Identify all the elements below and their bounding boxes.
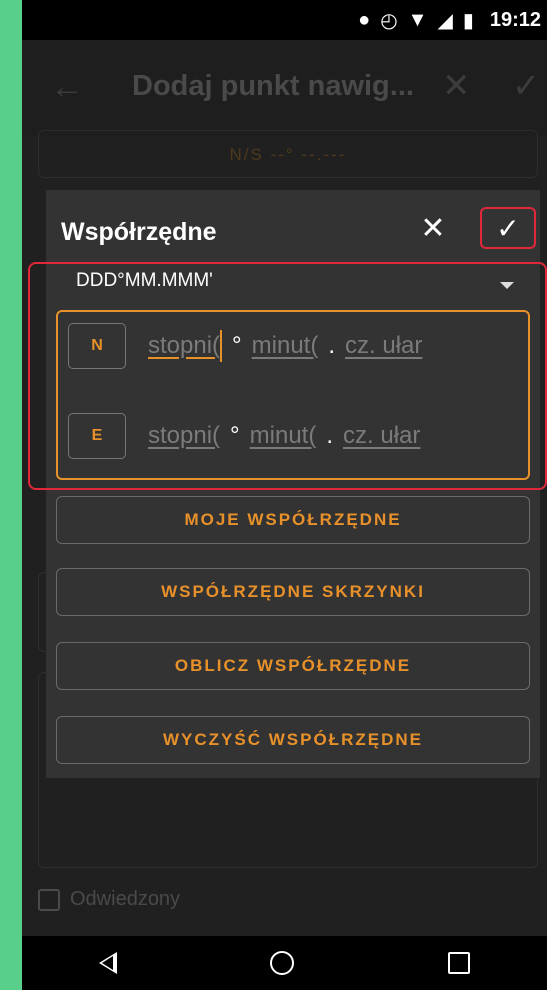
- visited-label: Odwiedzony: [70, 888, 181, 910]
- location-icon: ●: [358, 8, 371, 31]
- confirm-check-icon[interactable]: ✓: [480, 207, 536, 249]
- my-coordinates-button[interactable]: MOJE WSPÓŁRZĘDNE: [56, 496, 530, 544]
- page-title: Dodaj punkt nawig...: [132, 70, 414, 102]
- navigation-bar: [22, 936, 547, 990]
- longitude-fraction-input[interactable]: cz. ułar: [343, 422, 420, 450]
- wifi-icon: ▼: [407, 8, 428, 31]
- home-nav-icon[interactable]: [270, 951, 295, 975]
- cache-coordinates-button[interactable]: WSPÓŁRZĘDNE SKRZYNKI: [56, 568, 530, 616]
- longitude-row: E stopni( ° minut( . cz. ułar: [68, 412, 538, 460]
- visited-checkbox[interactable]: [38, 888, 60, 911]
- latitude-degrees-input[interactable]: stopni(: [148, 332, 220, 360]
- status-bar: ● ◴ ▼ ◢ ▮ 19:12: [22, 0, 547, 40]
- longitude-minutes-input[interactable]: minut(: [250, 422, 317, 450]
- close-icon[interactable]: ✕: [418, 208, 448, 248]
- recents-nav-icon[interactable]: [448, 952, 471, 974]
- coordinates-dialog: Współrzędne ✕ ✓ DDD°MM.MMM' N stopni( ° …: [46, 190, 540, 778]
- back-arrow-icon[interactable]: ←: [50, 68, 84, 107]
- clock: 19:12: [489, 8, 541, 31]
- latitude-minutes-input[interactable]: minut(: [252, 332, 319, 360]
- degree-symbol: °: [230, 422, 240, 449]
- signal-icon: ◢: [437, 9, 453, 32]
- visited-checkbox-row[interactable]: Odwiedzony: [38, 888, 180, 911]
- format-value: DDD°MM.MMM': [76, 270, 213, 291]
- alarm-icon: ◴: [380, 9, 398, 32]
- latitude-hemisphere-button[interactable]: N: [68, 323, 126, 369]
- status-icons: ● ◴ ▼ ◢ ▮ 19:12: [358, 0, 547, 40]
- dialog-title: Współrzędne: [61, 218, 217, 246]
- back-nav-icon[interactable]: [98, 952, 117, 974]
- close-icon[interactable]: ✕: [442, 66, 471, 106]
- chevron-down-icon: [500, 282, 514, 289]
- calculate-coordinates-button[interactable]: OBLICZ WSPÓŁRZĘDNE: [56, 642, 530, 690]
- battery-icon: ▮: [462, 9, 474, 32]
- coordinates-input-box: N stopni( ° minut( . cz. ułar E stopni( …: [56, 310, 530, 480]
- clear-coordinates-button[interactable]: WYCZYŚĆ WSPÓŁRZĘDNE: [56, 716, 530, 764]
- decimal-separator: .: [328, 332, 336, 359]
- longitude-hemisphere-button[interactable]: E: [68, 413, 126, 459]
- ns-coordinate-field[interactable]: N/S --° --.---: [38, 130, 538, 178]
- latitude-row: N stopni( ° minut( . cz. ułar: [68, 322, 538, 370]
- app-bar: ← Dodaj punkt nawig... ✕ ✓: [22, 40, 547, 136]
- check-icon[interactable]: ✓: [512, 66, 541, 106]
- degree-symbol: °: [232, 332, 242, 359]
- latitude-fraction-input[interactable]: cz. ułar: [345, 332, 422, 360]
- format-dropdown[interactable]: DDD°MM.MMM': [76, 270, 536, 300]
- text-cursor: [220, 330, 223, 362]
- phone-screen: ● ◴ ▼ ◢ ▮ 19:12 ← Dodaj punkt nawig... ✕…: [22, 0, 547, 990]
- longitude-degrees-input[interactable]: stopni(: [148, 422, 220, 450]
- decimal-separator: .: [326, 422, 334, 449]
